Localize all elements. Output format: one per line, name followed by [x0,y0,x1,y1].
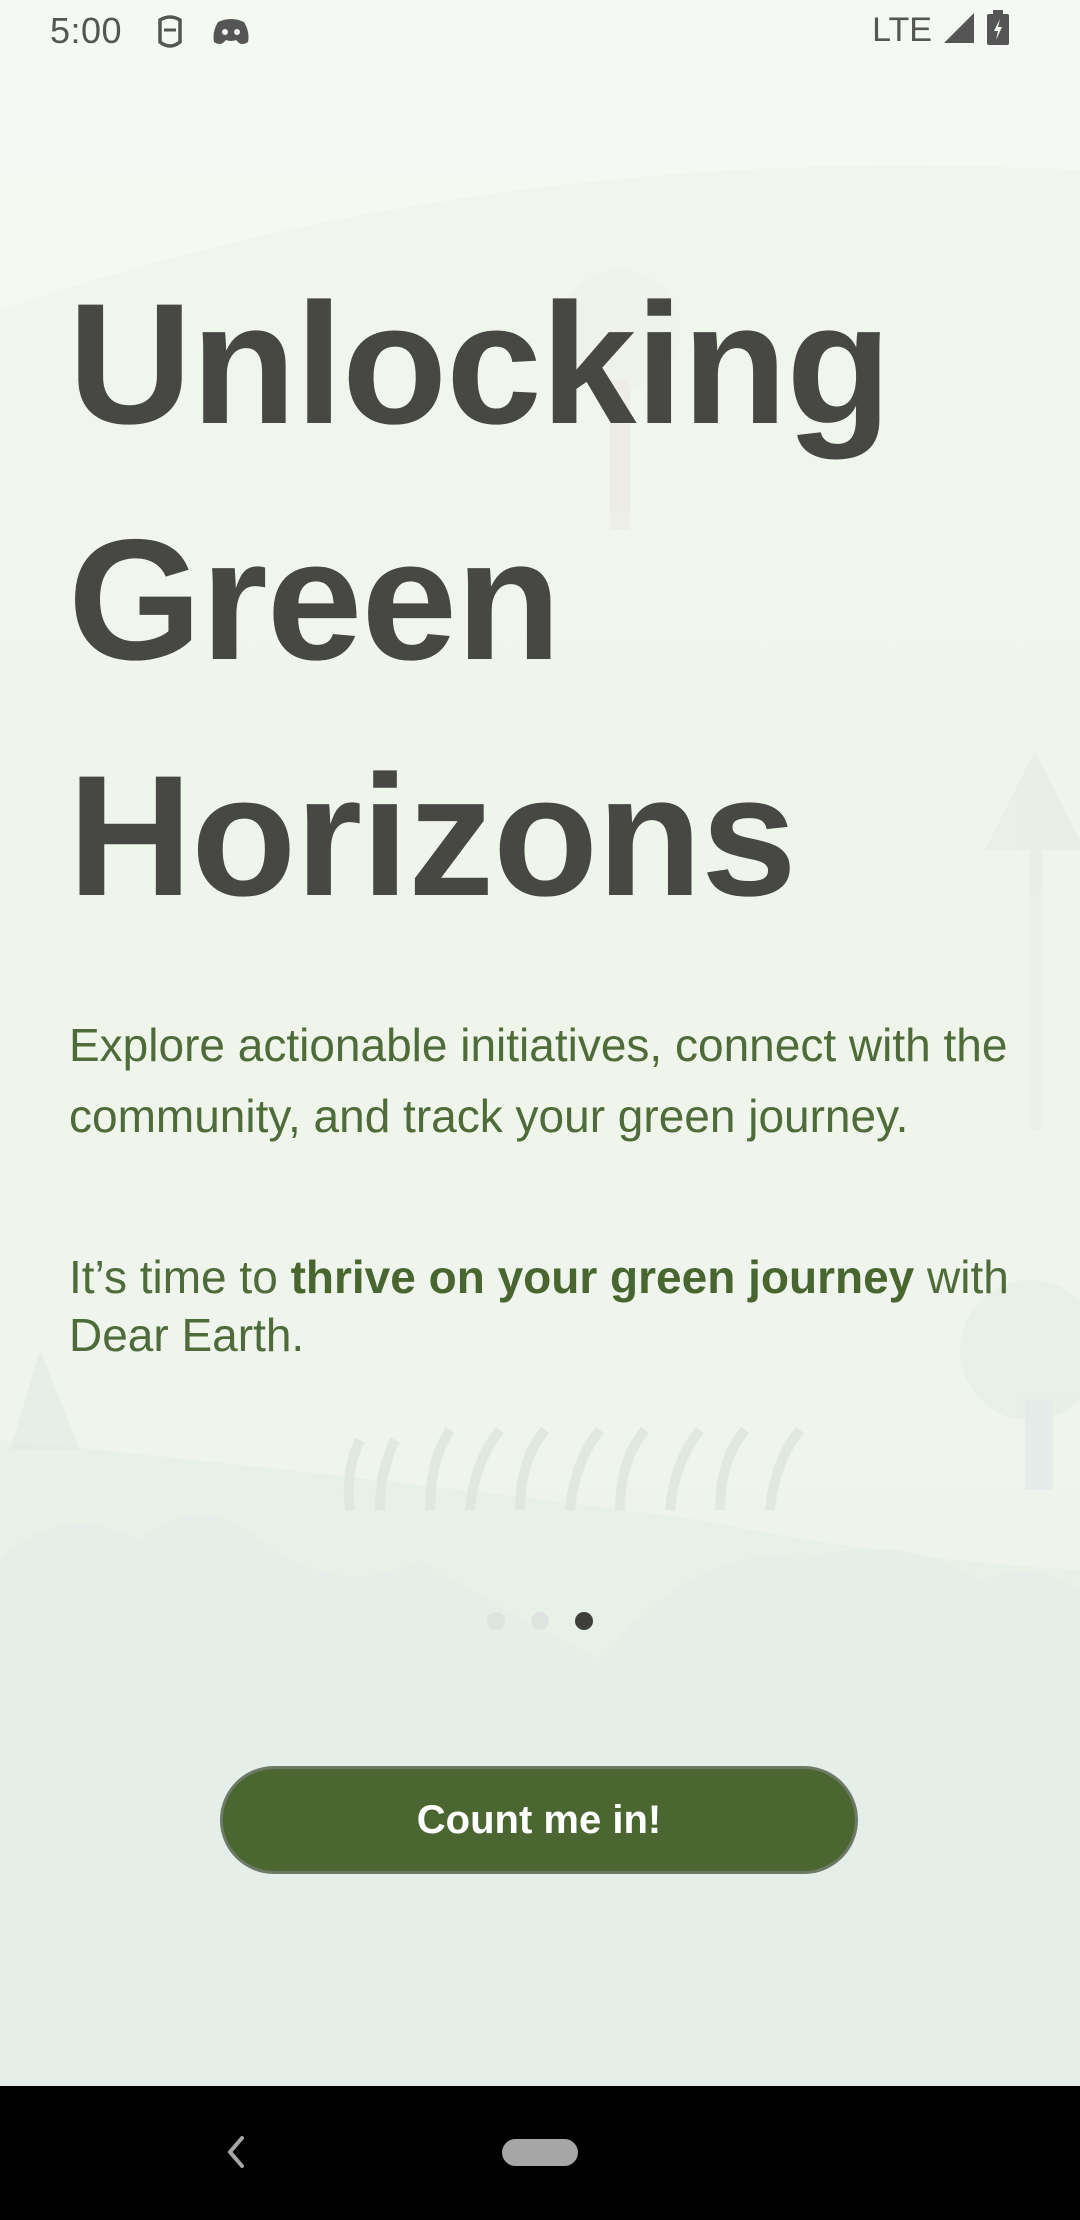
headline-line: Unlocking [68,268,891,460]
tagline-emphasis: thrive on your green journey [290,1251,915,1303]
page-dot-2[interactable] [531,1612,549,1630]
headline-line: Horizons [68,740,797,932]
page-indicator [0,1612,1080,1630]
headline-line: Green [68,504,561,696]
headline: Unlocking Green Horizons [68,246,1028,954]
discord-icon [212,18,250,51]
tagline-prefix: It’s time to [69,1251,291,1303]
home-pill-icon[interactable] [502,2139,578,2166]
onboarding-screen: 5:00 LTE Unlocking Green Horizons Explor… [0,0,1080,2220]
mascot-notification-icon [156,14,184,55]
page-dot-3-active[interactable] [575,1612,593,1630]
signal-icon [942,11,976,50]
intro-text: Explore actionable initiatives, connect … [69,1019,1008,1142]
battery-charging-icon [986,10,1010,51]
tagline-text: It’s time to thrive on your green journe… [69,1248,1029,1364]
status-bar: 5:00 LTE [0,0,1080,64]
back-icon[interactable] [222,2130,252,2179]
navigation-bar [0,2086,1080,2220]
network-type-label: LTE [872,11,932,49]
page-dot-1[interactable] [487,1612,505,1630]
count-me-in-button[interactable]: Count me in! [220,1766,858,1874]
status-time: 5:00 [50,10,123,51]
